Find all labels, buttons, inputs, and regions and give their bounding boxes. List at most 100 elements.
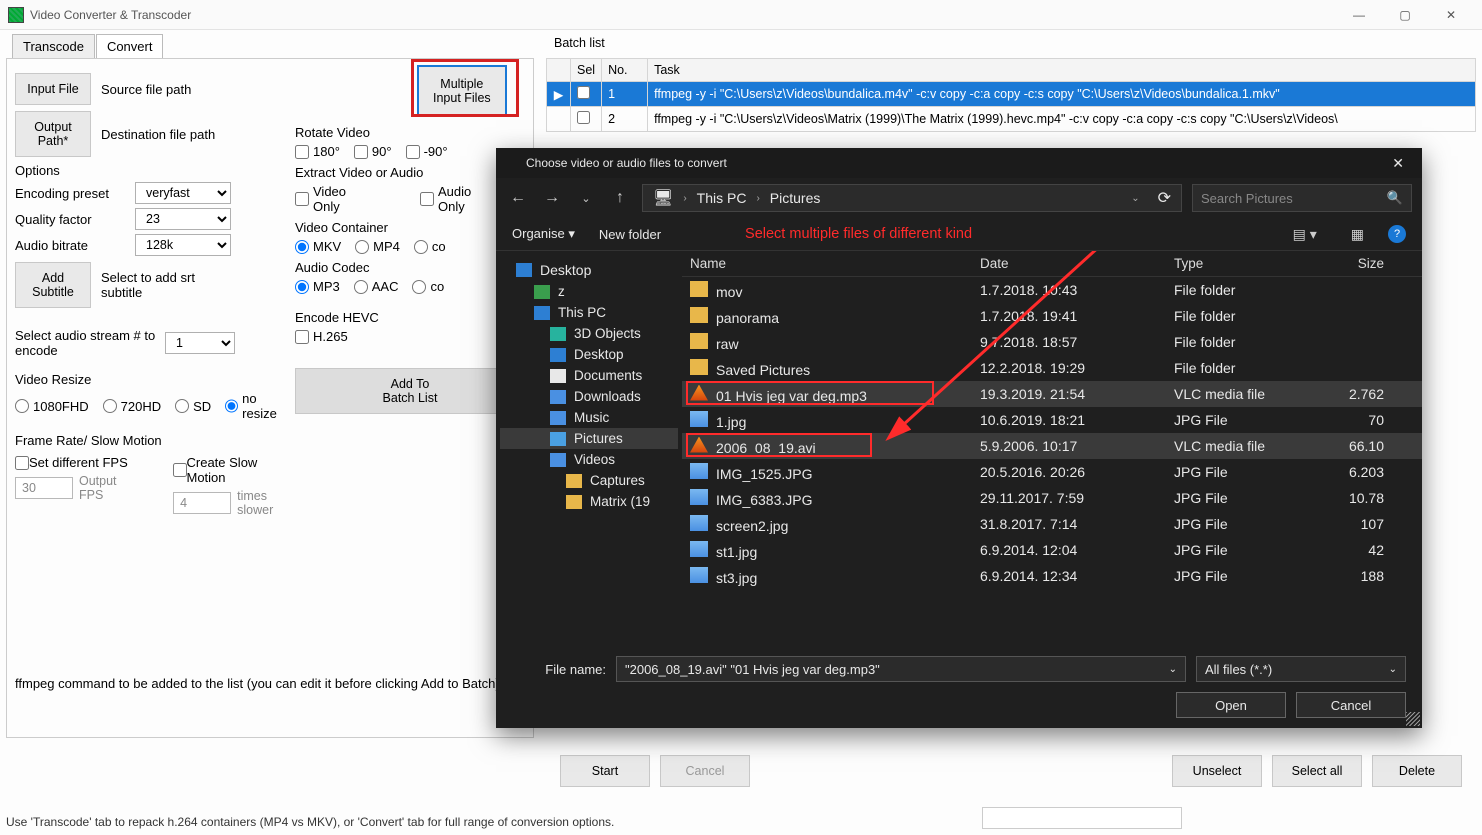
delete-button[interactable]: Delete <box>1372 755 1462 787</box>
close-button[interactable]: ✕ <box>1428 0 1474 30</box>
minimize-button[interactable]: — <box>1336 0 1382 30</box>
file-row[interactable]: 1.jpg10.6.2019. 18:21JPG File70 <box>682 407 1422 433</box>
preview-icon[interactable]: ▦ <box>1351 226 1364 243</box>
search-input[interactable]: Search Pictures 🔍 <box>1192 184 1412 212</box>
tabs: Transcode Convert <box>12 34 534 58</box>
tab-convert[interactable]: Convert <box>96 34 164 58</box>
file-row[interactable]: st1.jpg6.9.2014. 12:04JPG File42 <box>682 537 1422 563</box>
tree-downloads[interactable]: Downloads <box>500 386 678 407</box>
address-bar[interactable]: 🖥 › This PC › Pictures ⌄ ⟳ <box>642 184 1182 212</box>
dialog-cancel-button[interactable]: Cancel <box>1296 692 1406 718</box>
nav-history-icon[interactable]: ⌄ <box>574 192 598 205</box>
resize-sd[interactable]: SD <box>175 399 211 414</box>
folder-icon <box>690 281 708 297</box>
file-row[interactable]: Saved Pictures12.2.2018. 19:29File folde… <box>682 355 1422 381</box>
cancel-batch-button[interactable]: Cancel <box>660 755 750 787</box>
col-no[interactable]: No. <box>602 59 648 82</box>
chevron-down-icon[interactable]: ⌄ <box>1131 193 1139 204</box>
output-path-button[interactable]: Output Path* <box>15 111 91 157</box>
container-mkv[interactable]: MKV <box>295 239 341 254</box>
tree-videos[interactable]: Videos <box>500 449 678 470</box>
rotate-m90[interactable]: -90° <box>406 144 448 159</box>
batch-row[interactable]: 2 ffmpeg -y -i "C:\Users\z\Videos\Matrix… <box>547 107 1476 132</box>
filename-input[interactable]: "2006_08_19.avi" "01 Hvis jeg var deg.mp… <box>616 656 1186 682</box>
unselect-button[interactable]: Unselect <box>1172 755 1262 787</box>
status-input[interactable] <box>982 807 1182 829</box>
quality-select[interactable]: 23 <box>135 208 231 230</box>
tree-pictures[interactable]: Pictures <box>500 428 678 449</box>
container-mp4[interactable]: MP4 <box>355 239 400 254</box>
col-type[interactable]: Type <box>1174 256 1324 271</box>
add-to-batch-button[interactable]: Add To Batch List <box>295 368 525 414</box>
tree-desktop2[interactable]: Desktop <box>500 344 678 365</box>
batch-title: Batch list <box>546 34 1476 52</box>
file-row[interactable]: mov1.7.2018. 10:43File folder <box>682 277 1422 303</box>
encoding-preset-select[interactable]: veryfast <box>135 182 231 204</box>
col-sel[interactable]: Sel <box>571 59 602 82</box>
path-pictures[interactable]: Pictures <box>770 190 821 206</box>
file-row[interactable]: raw9.7.2018. 18:57File folder <box>682 329 1422 355</box>
col-name[interactable]: Name <box>690 256 980 271</box>
tree-thispc[interactable]: This PC <box>500 302 678 323</box>
refresh-icon[interactable]: ⟳ <box>1158 188 1171 208</box>
file-row[interactable]: IMG_1525.JPG20.5.2016. 20:26JPG File6.20… <box>682 459 1422 485</box>
audio-only[interactable]: Audio Only <box>420 184 471 214</box>
file-row[interactable]: 2006_08_19.avi5.9.2006. 10:17VLC media f… <box>682 433 1422 459</box>
resize-720[interactable]: 720HD <box>103 399 161 414</box>
fps-input[interactable] <box>15 477 73 499</box>
batch-row-checkbox[interactable] <box>577 111 590 124</box>
audio-bitrate-select[interactable]: 128k <box>135 234 231 256</box>
input-file-button[interactable]: Input File <box>15 73 91 105</box>
tree-matrix[interactable]: Matrix (19 <box>500 491 678 512</box>
file-row[interactable]: 01 Hvis jeg var deg.mp319.3.2019. 21:54V… <box>682 381 1422 407</box>
audio-stream-select[interactable]: 1 <box>165 332 235 354</box>
add-subtitle-button[interactable]: Add Subtitle <box>15 262 91 308</box>
batch-row[interactable]: ▶ 1 ffmpeg -y -i "C:\Users\z\Videos\bund… <box>547 82 1476 107</box>
acodec-copy[interactable]: co <box>412 279 444 294</box>
col-size[interactable]: Size <box>1324 256 1384 271</box>
nav-up-icon[interactable]: ↑ <box>608 189 632 207</box>
slowmo-input[interactable] <box>173 492 231 514</box>
organise-menu[interactable]: Organise ▾ <box>512 226 575 242</box>
tree-3d[interactable]: 3D Objects <box>500 323 678 344</box>
filter-select[interactable]: All files (*.*)⌄ <box>1196 656 1406 682</box>
batch-row-checkbox[interactable] <box>577 86 590 99</box>
container-copy[interactable]: co <box>414 239 446 254</box>
new-folder-button[interactable]: New folder <box>599 227 661 242</box>
dialog-close-button[interactable]: ✕ <box>1384 151 1412 176</box>
tree-music[interactable]: Music <box>500 407 678 428</box>
acodec-mp3[interactable]: MP3 <box>295 279 340 294</box>
file-row[interactable]: panorama1.7.2018. 19:41File folder <box>682 303 1422 329</box>
video-only[interactable]: Video Only <box>295 184 346 214</box>
resize-grip[interactable] <box>1406 712 1420 726</box>
tree-documents[interactable]: Documents <box>500 365 678 386</box>
maximize-button[interactable]: ▢ <box>1382 0 1428 30</box>
folder-icon <box>690 307 708 323</box>
fps-checkbox[interactable]: Set different FPS <box>15 455 133 470</box>
rotate-90[interactable]: 90° <box>354 144 392 159</box>
path-thispc[interactable]: This PC <box>697 190 747 206</box>
col-date[interactable]: Date <box>980 256 1174 271</box>
col-task[interactable]: Task <box>648 59 1476 82</box>
nav-back-icon[interactable]: ← <box>506 189 530 207</box>
acodec-aac[interactable]: AAC <box>354 279 399 294</box>
open-button[interactable]: Open <box>1176 692 1286 718</box>
dest-path-label: Destination file path <box>101 127 215 142</box>
slowmo-checkbox[interactable]: Create Slow Motion <box>173 455 295 485</box>
h265-checkbox[interactable]: H.265 <box>295 329 348 344</box>
file-row[interactable]: IMG_6383.JPG29.11.2017. 7:59JPG File10.7… <box>682 485 1422 511</box>
help-icon[interactable]: ? <box>1388 225 1406 243</box>
view-icon[interactable]: ▤ ▾ <box>1293 226 1317 243</box>
nav-forward-icon[interactable]: → <box>540 189 564 207</box>
resize-1080[interactable]: 1080FHD <box>15 399 89 414</box>
file-row[interactable]: screen2.jpg31.8.2017. 7:14JPG File107 <box>682 511 1422 537</box>
file-row[interactable]: st3.jpg6.9.2014. 12:34JPG File188 <box>682 563 1422 589</box>
rotate-180[interactable]: 180° <box>295 144 340 159</box>
tab-transcode[interactable]: Transcode <box>12 34 95 58</box>
tree-user[interactable]: z <box>500 281 678 302</box>
tree-captures[interactable]: Captures <box>500 470 678 491</box>
selectall-button[interactable]: Select all <box>1272 755 1362 787</box>
resize-none[interactable]: no resize <box>225 391 281 421</box>
start-button[interactable]: Start <box>560 755 650 787</box>
tree-desktop[interactable]: Desktop <box>500 259 678 281</box>
